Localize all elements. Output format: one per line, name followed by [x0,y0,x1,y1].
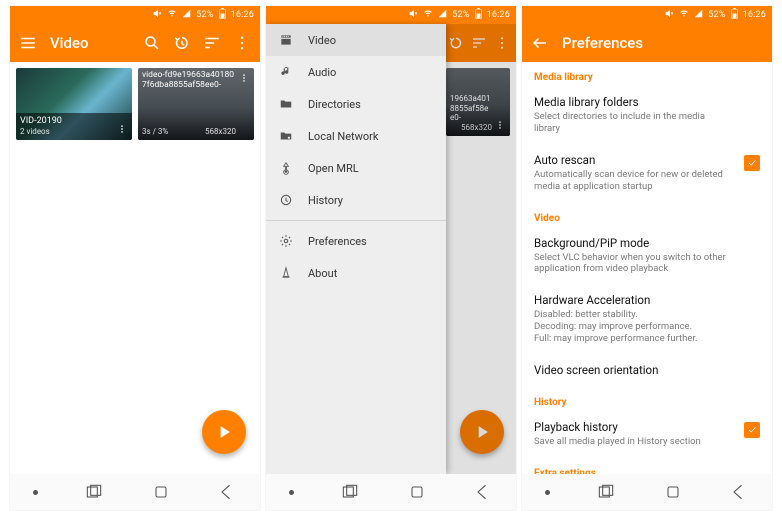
page-title: Video [50,34,89,52]
android-nav-bar [266,474,516,510]
folder-icon [278,96,294,112]
sort-icon[interactable] [200,31,224,55]
screen-video-list: 52% 16:26 Video [10,6,260,510]
history-icon [278,192,294,208]
checkbox-checked-icon[interactable] [744,155,760,171]
wifi-icon [679,9,689,21]
drawer-item-history[interactable]: History [266,184,446,216]
video-overflow-icon[interactable] [238,71,250,85]
video-icon [278,32,294,48]
android-nav-bar [522,474,772,510]
video-overflow-icon[interactable] [116,122,128,136]
drawer-label: History [308,194,343,207]
toolbar: Video [10,24,260,62]
audio-icon [278,64,294,80]
nav-assistant-icon[interactable] [33,490,38,495]
status-bar: 52% 16:26 [266,6,516,24]
section-extra: Extra settings [522,458,772,474]
section-video: Video [522,203,772,228]
nav-recents-icon[interactable] [596,482,616,502]
drawer-item-directories[interactable]: Directories [266,88,446,120]
drawer-label: About [308,267,337,280]
wifi-icon [167,9,177,21]
battery-icon [731,8,738,22]
drawer-item-preferences[interactable]: Preferences [266,225,446,257]
signal-icon [438,9,447,21]
drawer-item-local-network[interactable]: Local Network [266,120,446,152]
drawer-label: Audio [308,66,336,79]
stream-icon [278,160,294,176]
battery-icon [475,8,482,22]
nav-assistant-icon[interactable] [289,490,294,495]
hamburger-icon[interactable] [16,31,40,55]
signal-icon [182,9,191,21]
battery-text: 52% [708,11,725,20]
nav-home-icon[interactable] [663,482,683,502]
preferences-list[interactable]: Media library Media library folders Sele… [522,62,772,474]
overflow-icon[interactable] [230,31,254,55]
signal-icon [694,9,703,21]
screen-preferences: 52% 16:26 Preferences Media library Medi… [522,6,772,510]
pref-hardware-accel[interactable]: Hardware Acceleration Disabled: better s… [522,285,772,355]
wifi-icon [423,9,433,21]
clock-text: 16:26 [231,11,254,20]
search-icon[interactable] [140,31,164,55]
battery-text: 52% [452,11,469,20]
pref-background-pip[interactable]: Background/PiP mode Select VLC behavior … [522,228,772,286]
nav-recents-icon[interactable] [84,482,104,502]
play-fab[interactable] [460,410,504,454]
section-history: History [522,387,772,412]
battery-text: 52% [196,11,213,20]
drawer-item-open-mrl[interactable]: Open MRL [266,152,446,184]
drawer-item-about[interactable]: About [266,257,446,289]
pref-screen-orientation[interactable]: Video screen orientation [522,355,772,387]
mute-icon [665,9,674,21]
settings-icon [278,233,294,249]
toolbar: Preferences [522,24,772,62]
drawer-divider [266,220,446,221]
android-nav-bar [10,474,260,510]
status-bar: 52% 16:26 [10,6,260,24]
status-bar: 52% 16:26 [522,6,772,24]
nav-recents-icon[interactable] [340,482,360,502]
nav-back-icon[interactable] [473,482,493,502]
pref-auto-rescan[interactable]: Auto rescan Automatically scan device fo… [522,145,772,203]
page-title: Preferences [562,34,643,52]
video-filename: video-fd9e19663a401807f6dba8855af58ee0- [142,71,236,91]
nav-back-icon[interactable] [729,482,749,502]
nav-back-icon[interactable] [217,482,237,502]
last-played-icon[interactable] [170,31,194,55]
drawer-label: Local Network [308,130,378,143]
pref-playback-history[interactable]: Playback history Save all media played i… [522,412,772,458]
nav-assistant-icon[interactable] [545,490,550,495]
section-media-library: Media library [522,62,772,87]
screen-drawer: 52% 16:26 19663a401 8855af58ee0- 568x320 [266,6,516,510]
drawer-item-video[interactable]: Video [266,24,446,56]
network-folder-icon [278,128,294,144]
play-fab[interactable] [202,410,246,454]
vlc-cone-icon [278,265,294,281]
scrim[interactable] [446,24,516,474]
video-grid: VID-20190 2 videos video-fd9e19663a40180… [10,62,260,146]
mute-icon [153,9,162,21]
pref-media-library-folders[interactable]: Media library folders Select directories… [522,87,772,145]
nav-home-icon[interactable] [151,482,171,502]
nav-home-icon[interactable] [407,482,427,502]
mute-icon [409,9,418,21]
clock-text: 16:26 [487,11,510,20]
battery-icon [219,8,226,22]
drawer-label: Directories [308,98,361,111]
drawer-label: Open MRL [308,162,359,175]
video-card[interactable]: VID-20190 2 videos [16,68,132,140]
drawer-label: Video [308,34,336,47]
back-arrow-icon[interactable] [528,31,552,55]
clock-text: 16:26 [743,11,766,20]
video-card[interactable]: video-fd9e19663a401807f6dba8855af58ee0- … [138,68,254,140]
checkbox-checked-icon[interactable] [744,422,760,438]
drawer-label: Preferences [308,235,367,248]
nav-drawer: Video Audio Directories Local Network Op… [266,24,446,474]
video-filename: VID-20190 [20,116,114,126]
drawer-item-audio[interactable]: Audio [266,56,446,88]
